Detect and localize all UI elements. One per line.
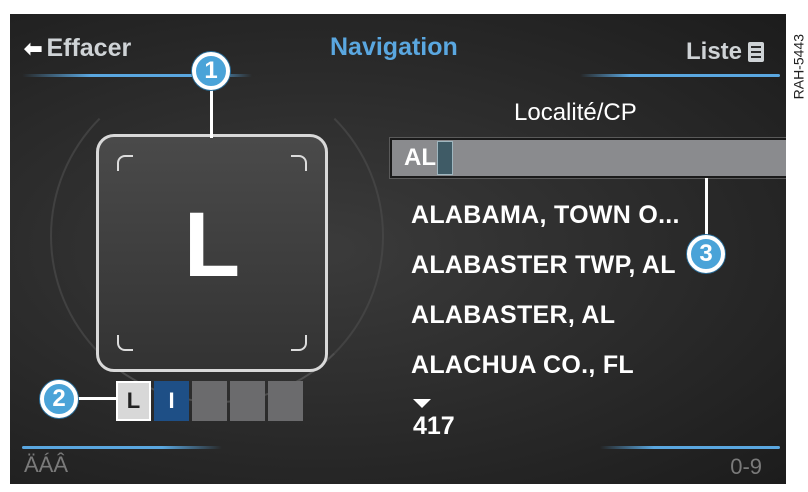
locality-input[interactable]: AL	[390, 138, 786, 178]
current-letter: L	[183, 194, 241, 296]
char-slot	[268, 381, 303, 421]
accented-chars-button[interactable]: ÄÁÂ	[24, 452, 68, 478]
header-divider-right	[580, 74, 780, 77]
result-count: 417	[413, 412, 455, 440]
char-slot	[192, 381, 227, 421]
input-value: AL	[404, 144, 436, 171]
list-label: Liste	[685, 38, 742, 65]
callout-line	[705, 178, 708, 240]
footer-divider-right	[600, 446, 780, 449]
entered-characters: L I	[116, 381, 303, 421]
scroll-down-icon[interactable]	[413, 399, 431, 408]
char-slot: I	[154, 381, 189, 421]
digits-button[interactable]: 0-9	[730, 454, 762, 480]
clear-label: Effacer	[46, 34, 132, 62]
corner-mark	[291, 335, 307, 351]
result-item[interactable]: ALABAMA, TOWN O...	[411, 201, 680, 230]
result-item[interactable]: ALACHUA CO., FL	[411, 351, 634, 380]
char-slot: L	[116, 381, 151, 421]
page-title: Navigation	[330, 33, 458, 61]
corner-mark	[117, 335, 133, 351]
navigation-screen: ⬅ Effacer Navigation Liste L L I Localit…	[10, 14, 786, 484]
callout-1: 1	[192, 52, 230, 90]
text-cursor	[437, 141, 453, 175]
result-item[interactable]: ALABASTER TWP, AL	[411, 251, 676, 280]
char-slot	[230, 381, 265, 421]
corner-mark	[117, 155, 133, 171]
callout-3: 3	[687, 235, 725, 273]
footer-divider-left	[22, 446, 222, 449]
result-item[interactable]: ALABASTER, AL	[411, 301, 615, 330]
list-button[interactable]: Liste	[686, 38, 764, 66]
letter-selector[interactable]: L	[96, 134, 328, 372]
list-icon	[748, 42, 764, 62]
corner-mark	[291, 155, 307, 171]
clear-button[interactable]: ⬅ Effacer	[24, 34, 131, 63]
callout-2: 2	[40, 380, 78, 418]
field-title: Localité/CP	[514, 99, 637, 126]
arrow-left-icon: ⬅	[24, 35, 43, 61]
figure-code: RAH-5443	[790, 30, 806, 104]
